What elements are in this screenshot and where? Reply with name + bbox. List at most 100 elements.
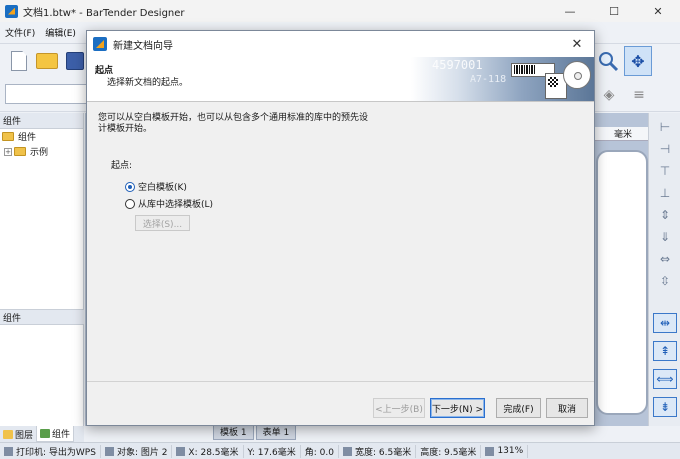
tab-label: 图层	[15, 430, 34, 441]
status-y: Y: 17.6毫米	[244, 444, 301, 458]
tree-item-label: 组件	[18, 133, 37, 143]
align-bottom-icon[interactable]: ⇓	[653, 227, 677, 247]
wizard-footer: <上一步(B) 下一步(N) > 完成(F) 取消	[87, 381, 594, 425]
space-vertical-icon[interactable]: ⇟	[653, 397, 677, 417]
document-tabs: 模板 1 表单 1	[213, 423, 298, 440]
window-title: 文档1.btw* - BarTender Designer	[23, 7, 185, 19]
ruler-unit: 毫米	[614, 130, 633, 140]
status-bar: 打印机: 导出为WPS 对象: 图片 2 X: 28.5毫米 Y: 17.6毫米…	[0, 442, 680, 459]
radio-unselected-icon[interactable]	[125, 198, 135, 209]
maximize-button[interactable]: ☐	[592, 0, 636, 22]
center-horizontal-icon[interactable]: ⇹	[653, 313, 677, 333]
horizontal-ruler: 毫米	[594, 127, 648, 141]
tree-item-components[interactable]: 组件	[0, 129, 83, 144]
space-horizontal-icon[interactable]: ⟺	[653, 369, 677, 389]
title-bar: 文档1.btw* - BarTender Designer — ☐ ✕	[0, 0, 680, 22]
radio-blank-template-label[interactable]: 空白模板(K)	[138, 180, 187, 193]
tab-components[interactable]: 组件	[36, 426, 75, 442]
intro-text: 您可以从空白模板开始，也可以从包含多个通用标准的库中的预先设计模板开始。	[98, 113, 369, 134]
banner-number-2: A7-118	[470, 74, 507, 85]
radio-blank-template[interactable]: 空白模板(K)	[125, 180, 187, 193]
status-x-text: X: 28.5毫米	[188, 447, 239, 458]
tree-item-label: 示例	[30, 148, 49, 158]
expand-icon[interactable]: +	[4, 147, 12, 156]
position-icon	[176, 446, 186, 456]
size-icon	[343, 446, 352, 456]
back-button[interactable]: <上一步(B)	[373, 398, 425, 418]
banner-number: 4597001	[432, 58, 483, 72]
wizard-body: 您可以从空白模板开始，也可以从包含多个通用标准的库中的预先设计模板开始。 起点:…	[87, 102, 594, 382]
select-template-button[interactable]: 选择(S)...	[135, 215, 190, 231]
align-icon[interactable]: ≡	[630, 82, 648, 108]
status-printer-text: 打印机: 导出为WPS	[16, 447, 96, 458]
components-panel: 组件 组件 + 示例 组件	[0, 113, 84, 426]
wizard-header: 起点 选择新文档的起点。 4597001 A7-118	[87, 57, 594, 102]
close-window-button[interactable]: ✕	[636, 0, 680, 22]
printer-icon	[4, 446, 13, 456]
cancel-button[interactable]: 取消	[546, 398, 588, 418]
disc-label-icon	[563, 61, 591, 89]
status-height-text: 高度: 9.5毫米	[420, 447, 477, 458]
bartender-app-icon	[93, 37, 107, 51]
minimize-button[interactable]: —	[548, 0, 592, 22]
folder-icon	[14, 147, 26, 156]
align-center-icon[interactable]: ⊣	[653, 139, 677, 159]
layers-icon	[3, 429, 13, 439]
radio-library-template-label[interactable]: 从库中选择模板(L)	[138, 197, 213, 210]
components-panel-title: 组件	[3, 117, 22, 127]
zoom-icon[interactable]	[594, 46, 622, 76]
components-preview-header: 组件	[0, 309, 84, 325]
align-right-icon[interactable]: ⊤	[653, 161, 677, 181]
status-rotation-text: 角: 0.0	[304, 447, 334, 458]
menu-edit[interactable]: 编辑(E)	[40, 26, 81, 39]
fit-to-window-icon[interactable]: ✥	[624, 46, 652, 76]
status-object-text: 对象: 图片 2	[116, 447, 168, 458]
distribute-vertical-icon[interactable]: ⇳	[653, 271, 677, 291]
save-icon[interactable]	[63, 49, 87, 73]
paint-bucket-icon[interactable]: ◈	[600, 82, 618, 108]
status-x: X: 28.5毫米	[172, 444, 244, 458]
object-icon	[104, 446, 114, 456]
align-middle-icon[interactable]: ⇕	[653, 205, 677, 225]
dialog-title: 新建文档向导	[113, 40, 173, 52]
status-object: 对象: 图片 2	[101, 444, 173, 458]
status-width: 宽度: 6.5毫米	[339, 444, 417, 458]
menu-file[interactable]: 文件(F)	[0, 26, 40, 39]
align-top-icon[interactable]: ⊥	[653, 183, 677, 203]
wizard-step-subtitle: 选择新文档的起点。	[107, 78, 189, 88]
finish-button[interactable]: 完成(F)	[496, 398, 541, 418]
arrange-toolbar: ⊢ ⊣ ⊤ ⊥ ⇕ ⇓ ⇔ ⇳ ⇹ ⇞ ⟺ ⇟	[648, 113, 680, 426]
folder-icon	[2, 132, 14, 141]
distribute-horizontal-icon[interactable]: ⇔	[653, 249, 677, 269]
status-y-text: Y: 17.6毫米	[247, 447, 296, 458]
status-zoom-text: 131%	[497, 446, 524, 456]
dialog-close-button[interactable]: ✕	[566, 34, 588, 54]
zoom-status-icon	[485, 446, 495, 456]
components-preview-title: 组件	[3, 313, 22, 324]
status-printer: 打印机: 导出为WPS	[0, 444, 101, 458]
status-width-text: 宽度: 6.5毫米	[355, 447, 412, 458]
radio-selected-icon[interactable]	[125, 181, 135, 192]
open-folder-icon[interactable]	[35, 49, 59, 73]
status-height: 高度: 9.5毫米	[416, 444, 482, 458]
new-document-icon[interactable]	[7, 49, 31, 73]
new-document-wizard-dialog: 新建文档向导 ✕ 起点 选择新文档的起点。 4597001 A7-118 您可以…	[86, 30, 595, 426]
center-vertical-icon[interactable]: ⇞	[653, 341, 677, 361]
dialog-title-bar: 新建文档向导 ✕	[87, 31, 594, 57]
next-button[interactable]: 下一步(N) >	[430, 398, 485, 418]
barcode-icon	[514, 65, 536, 74]
status-rotation: 角: 0.0	[301, 444, 339, 458]
align-left-icon[interactable]: ⊢	[653, 117, 677, 137]
left-panel-tabs: 图层 组件	[0, 426, 84, 442]
components-panel-header: 组件	[0, 113, 83, 129]
start-point-label: 起点:	[111, 161, 133, 171]
label-template-shape[interactable]	[596, 150, 648, 415]
status-zoom[interactable]: 131%	[481, 444, 529, 458]
bartender-app-icon	[5, 4, 18, 18]
qr-code-icon	[548, 77, 558, 87]
window-controls: — ☐ ✕	[548, 0, 680, 22]
components-icon	[40, 429, 51, 438]
radio-library-template[interactable]: 从库中选择模板(L)	[125, 197, 213, 210]
tree-item-examples[interactable]: + 示例	[0, 144, 83, 159]
tab-layers[interactable]: 图层	[0, 426, 36, 442]
